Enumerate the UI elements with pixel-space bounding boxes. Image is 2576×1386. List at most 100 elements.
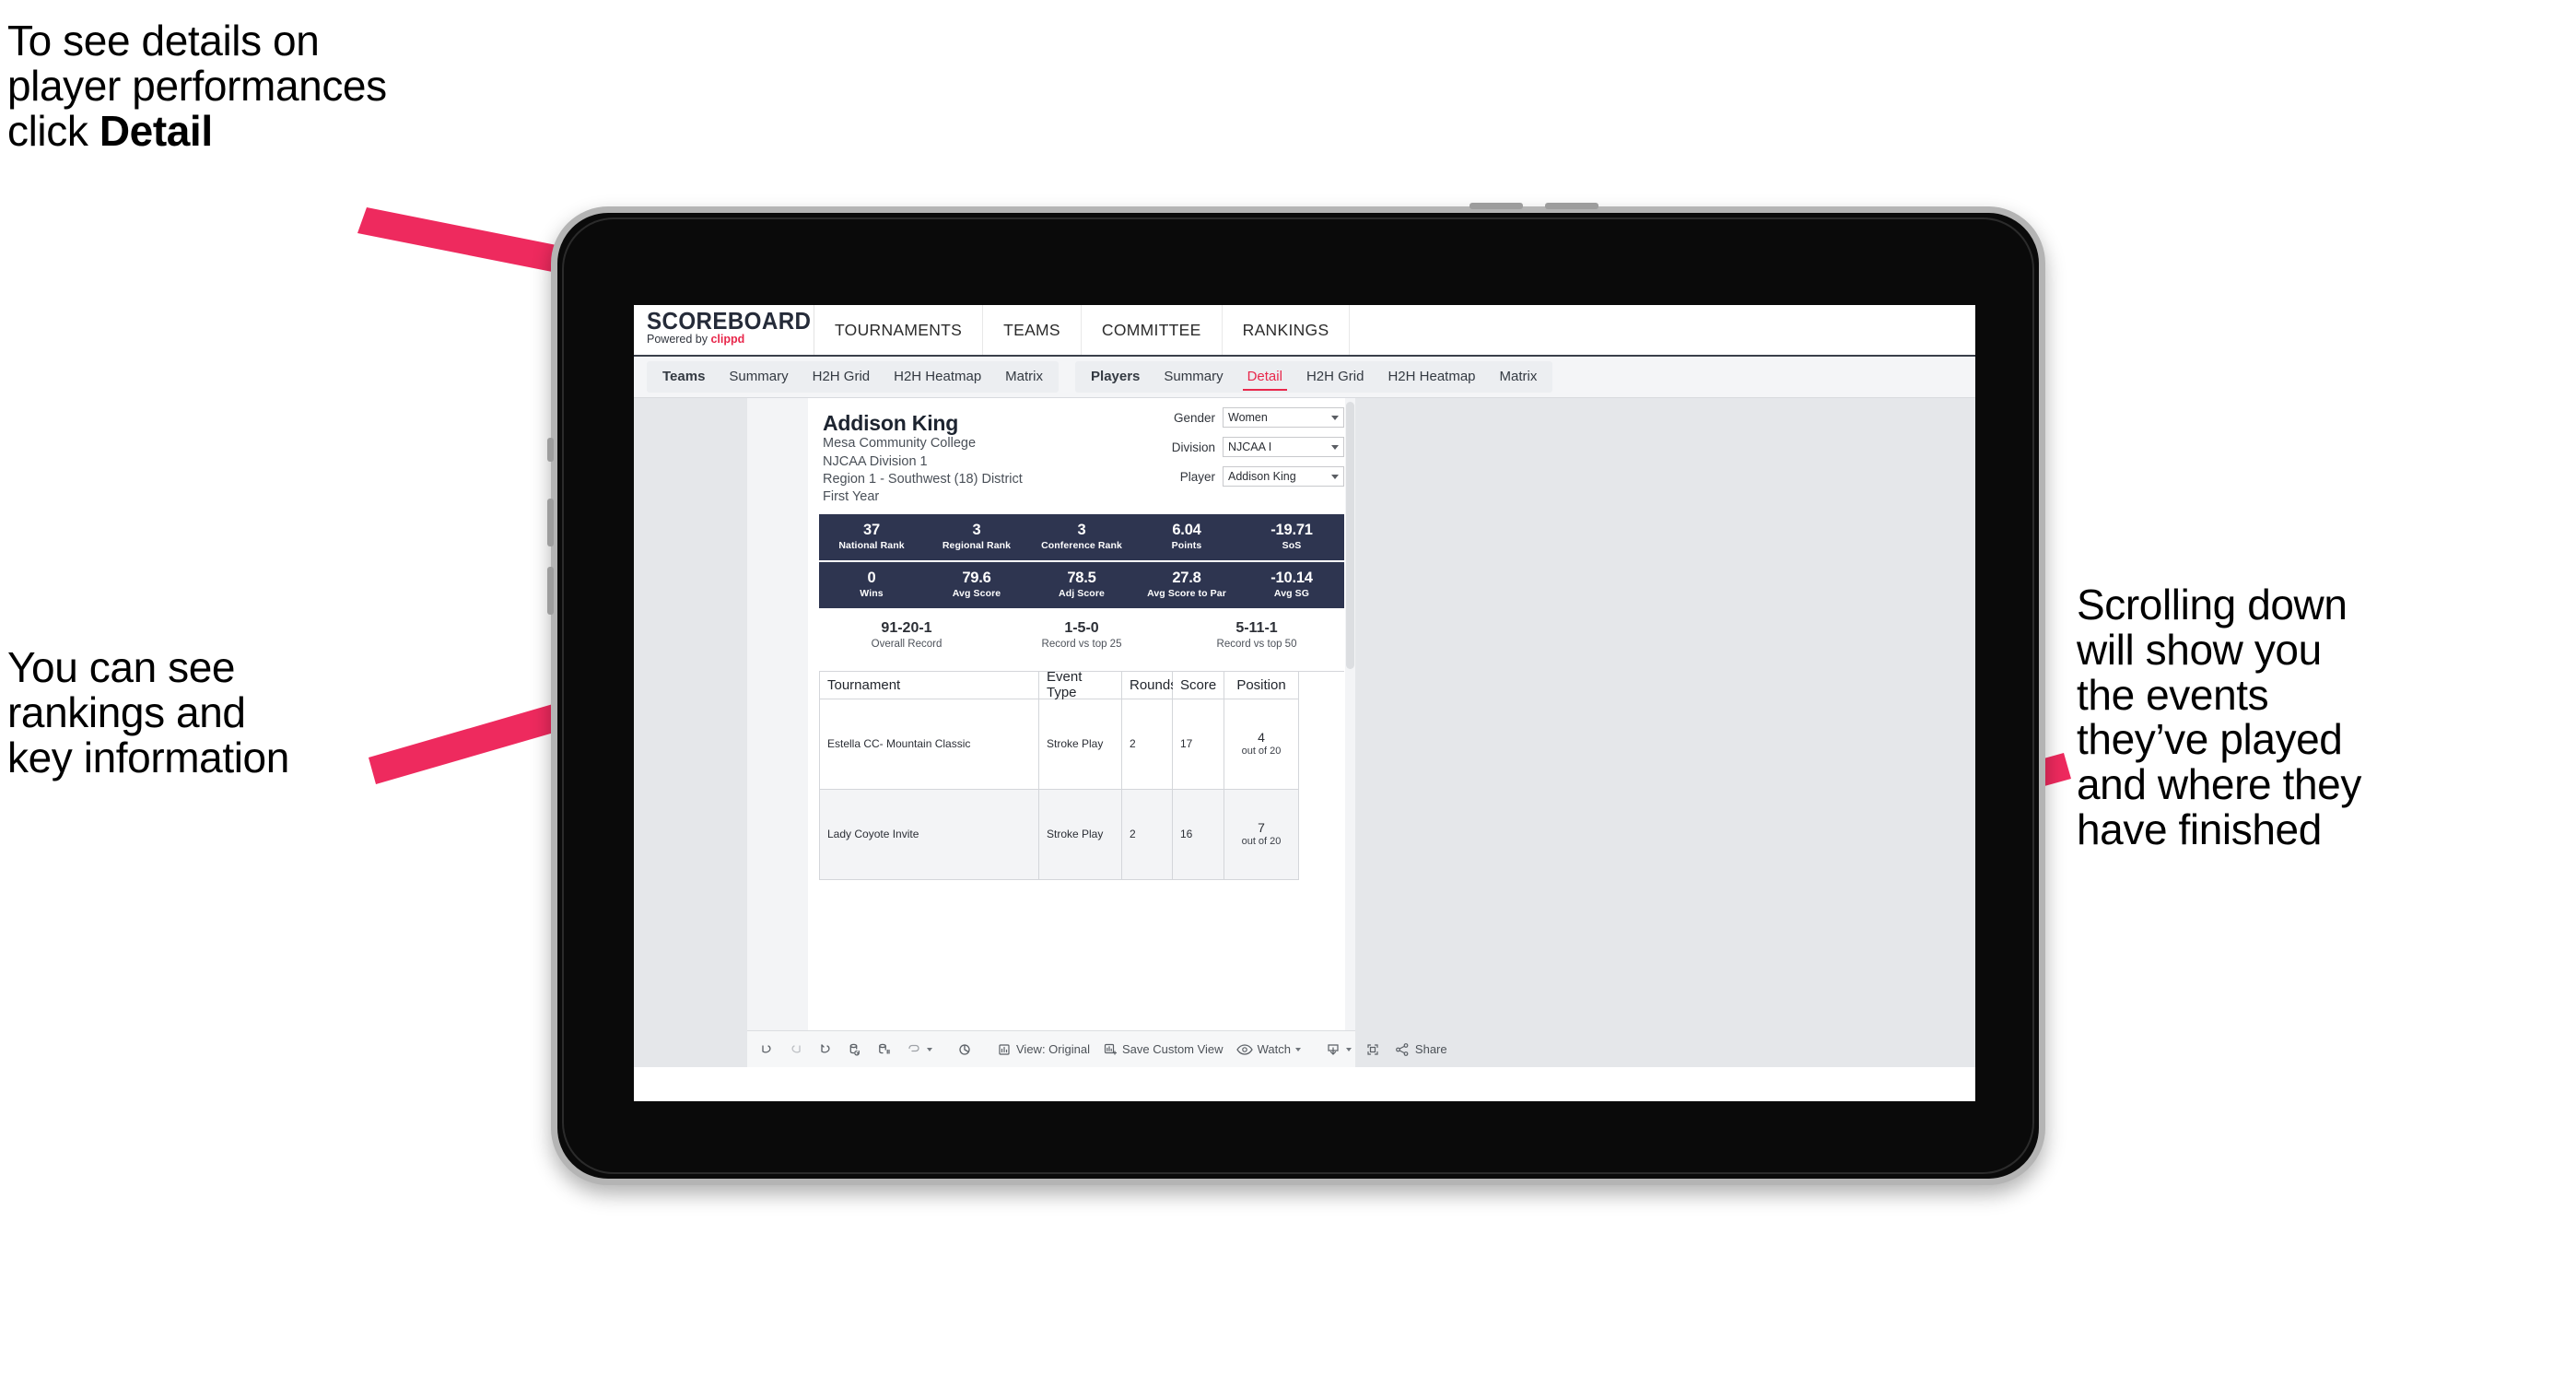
revert-button[interactable] <box>817 1041 834 1058</box>
dashboard-sheet: Addison King Mesa Community College NJCA… <box>747 398 1355 1067</box>
pause-data-button[interactable] <box>876 1041 893 1058</box>
cell-event-type: Stroke Play <box>1039 789 1122 880</box>
position-value: 7 <box>1258 819 1265 835</box>
tab-players-matrix[interactable]: Matrix <box>1488 361 1550 393</box>
filter-label-player: Player <box>1179 469 1215 484</box>
filter-select-gender[interactable]: Women <box>1223 407 1344 428</box>
stat-label: Regional Rank <box>942 539 1012 551</box>
cell-rounds: 2 <box>1122 789 1173 880</box>
watch-label: Watch <box>1257 1042 1291 1056</box>
filter-select-player[interactable]: Addison King <box>1223 466 1344 487</box>
app-header: SCOREBOARD Powered by clippd TOURNAMENTS… <box>634 305 1975 357</box>
undo-button[interactable] <box>758 1041 775 1058</box>
tab-teams-h2h-grid[interactable]: H2H Grid <box>801 361 883 393</box>
tab-teams-h2h-heatmap[interactable]: H2H Heatmap <box>882 361 993 393</box>
stat-label: Avg Score <box>952 587 1001 599</box>
save-custom-view-button[interactable]: Save Custom View <box>1103 1042 1224 1057</box>
stat-sos: -19.71 SoS <box>1239 522 1344 552</box>
tab-players-h2h-heatmap[interactable]: H2H Heatmap <box>1376 361 1487 393</box>
download-button[interactable] <box>1325 1041 1352 1058</box>
record-value: 1-5-0 <box>1064 619 1099 636</box>
tablet-side-button-lower[interactable] <box>547 567 554 615</box>
logo-tagline-prefix: Powered by <box>647 333 711 346</box>
pause-updates-icon[interactable] <box>956 1041 973 1058</box>
dashboard-content: Addison King Mesa Community College NJCA… <box>808 398 1355 1067</box>
record-vs-top-50: 5-11-1 Record vs top 50 <box>1169 619 1344 660</box>
cell-position: 4 out of 20 <box>1224 699 1299 790</box>
tablet-device: SCOREBOARD Powered by clippd TOURNAMENTS… <box>547 203 2045 1185</box>
sub-tab-strip: Teams Summary H2H Grid H2H Heatmap Matri… <box>634 357 1975 398</box>
vertical-scrollbar[interactable] <box>1345 398 1355 1067</box>
tablet-volume-down-button[interactable] <box>1545 203 1598 209</box>
cell-rounds: 2 <box>1122 699 1173 790</box>
chevron-down-icon <box>927 1047 932 1051</box>
cell-event-type: Stroke Play <box>1039 699 1122 790</box>
stat-label: SoS <box>1282 539 1302 551</box>
stat-label: Avg Score to Par <box>1147 587 1226 599</box>
player-header: Addison King Mesa Community College NJCA… <box>808 398 1355 507</box>
fullscreen-button[interactable] <box>1364 1041 1381 1058</box>
table-row[interactable]: Lady Coyote Invite Stroke Play 2 16 7 ou… <box>820 789 1344 880</box>
annotation-detail: To see details on player performances cl… <box>7 18 579 153</box>
tab-teams-matrix[interactable]: Matrix <box>993 361 1055 393</box>
stat-label: Conference Rank <box>1041 539 1122 551</box>
cell-position: 7 out of 20 <box>1224 789 1299 880</box>
topnav-rankings[interactable]: RANKINGS <box>1223 305 1351 355</box>
filter-value-division: NJCAA I <box>1228 440 1272 453</box>
filter-row-division: Division NJCAA I <box>1142 437 1344 457</box>
app-logo[interactable]: SCOREBOARD Powered by clippd <box>634 305 814 355</box>
stat-value: 3 <box>972 521 981 538</box>
stat-wins: 0 Wins <box>819 570 924 600</box>
watch-button[interactable]: Watch <box>1235 1042 1301 1056</box>
column-header-rounds: Rounds <box>1122 671 1177 699</box>
stat-label: Adj Score <box>1059 587 1105 599</box>
chevron-down-icon <box>1331 444 1339 450</box>
position-sub: out of 20 <box>1241 835 1282 847</box>
stat-value: 27.8 <box>1172 569 1201 586</box>
tablet-volume-up-button[interactable] <box>1469 203 1523 209</box>
tablet-side-button-upper[interactable] <box>547 499 554 546</box>
stat-value: 0 <box>867 569 876 586</box>
record-value: 91-20-1 <box>881 619 932 636</box>
view-original-button[interactable]: View: Original <box>997 1042 1090 1057</box>
cell-score: 16 <box>1173 789 1224 880</box>
share-button[interactable]: Share <box>1394 1041 1447 1058</box>
filter-select-division[interactable]: NJCAA I <box>1223 437 1344 457</box>
highlight-button[interactable] <box>906 1041 932 1058</box>
annotation-rankings: You can see rankings and key information <box>7 643 289 781</box>
tab-group-players: Players Summary Detail H2H Grid H2H Heat… <box>1075 361 1553 393</box>
tab-players[interactable]: Players <box>1079 361 1152 393</box>
filter-row-gender: Gender Women <box>1142 407 1344 428</box>
stat-value: 78.5 <box>1067 569 1096 586</box>
record-row: 91-20-1 Overall Record 1-5-0 Record vs t… <box>819 619 1344 660</box>
refresh-data-button[interactable] <box>847 1041 863 1058</box>
filter-label-division: Division <box>1171 440 1215 454</box>
stat-avg-score: 79.6 Avg Score <box>924 570 1029 600</box>
tab-teams-summary[interactable]: Summary <box>717 361 800 393</box>
tablet-power-button[interactable] <box>547 438 554 462</box>
record-label: Record vs top 25 <box>1041 638 1122 650</box>
stat-avg-score-to-par: 27.8 Avg Score to Par <box>1134 570 1239 600</box>
column-header-tournament: Tournament <box>820 671 1039 699</box>
topnav-committee[interactable]: COMMITTEE <box>1082 305 1223 355</box>
cell-tournament: Estella CC- Mountain Classic <box>820 699 1039 790</box>
stat-bar-scores: 0 Wins 79.6 Avg Score 78.5 Adj Score 27.… <box>819 561 1344 608</box>
stat-value: -10.14 <box>1270 569 1313 586</box>
chevron-down-icon <box>1331 415 1339 420</box>
redo-button[interactable] <box>788 1041 804 1058</box>
topnav-teams[interactable]: TEAMS <box>983 305 1082 355</box>
tab-players-detail[interactable]: Detail <box>1235 361 1294 393</box>
dashboard-canvas: Addison King Mesa Community College NJCA… <box>634 398 1975 1067</box>
topnav-tournaments[interactable]: TOURNAMENTS <box>814 305 984 355</box>
tab-players-h2h-grid[interactable]: H2H Grid <box>1294 361 1376 393</box>
record-label: Record vs top 50 <box>1216 638 1297 650</box>
tab-players-summary[interactable]: Summary <box>1152 361 1235 393</box>
tab-teams[interactable]: Teams <box>650 361 717 393</box>
record-value: 5-11-1 <box>1235 619 1278 636</box>
column-header-event-type: Event Type <box>1039 669 1122 700</box>
stat-avg-sg: -10.14 Avg SG <box>1239 570 1344 600</box>
chevron-down-icon <box>1345 1047 1352 1051</box>
scrollbar-thumb[interactable] <box>1346 402 1354 669</box>
filter-value-gender: Women <box>1228 411 1268 424</box>
table-row[interactable]: Estella CC- Mountain Classic Stroke Play… <box>820 699 1344 790</box>
